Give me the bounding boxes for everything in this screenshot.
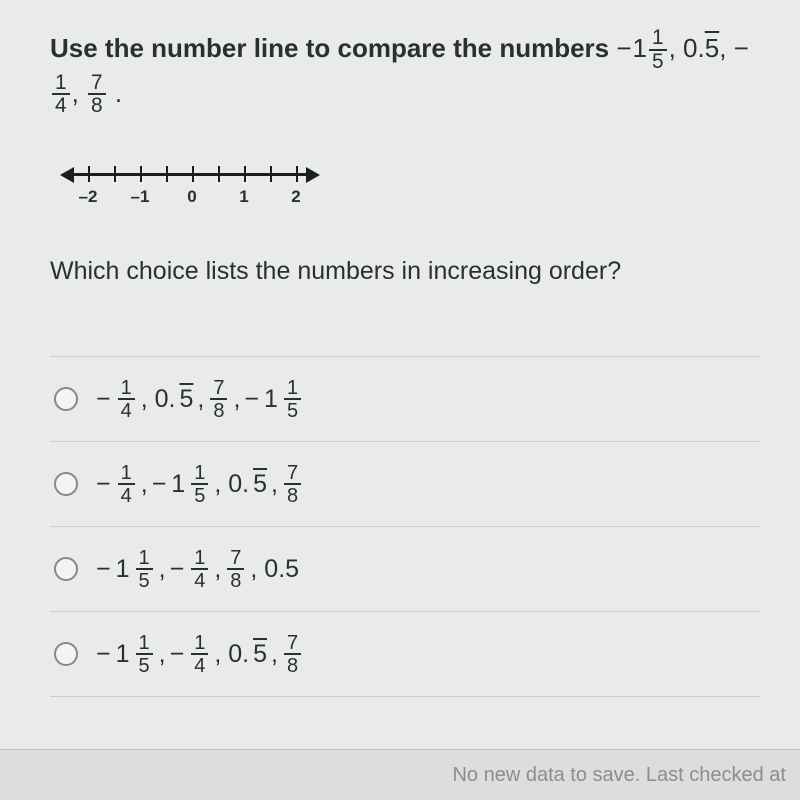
choice-a[interactable]: −14, 0.5, 78, −115 bbox=[50, 356, 760, 441]
number-line-axis bbox=[70, 173, 310, 176]
choice-c[interactable]: −115, −14, 78, 0.5 bbox=[50, 526, 760, 611]
number-line: –2 –1 0 1 2 bbox=[60, 157, 320, 217]
answer-choices: −14, 0.5, 78, −115 −14, −115, 0.5, 78 −1… bbox=[50, 356, 760, 697]
choice-d[interactable]: −115, −14, 0.5, 78 bbox=[50, 611, 760, 697]
radio-icon[interactable] bbox=[54, 557, 78, 581]
radio-icon[interactable] bbox=[54, 387, 78, 411]
tick-label-zero: 0 bbox=[187, 187, 196, 207]
question-container: Use the number line to compare the numbe… bbox=[0, 0, 800, 697]
save-status-text: No new data to save. Last checked at bbox=[452, 764, 786, 787]
tick-label-neg1: –1 bbox=[131, 187, 150, 207]
save-status-bar: No new data to save. Last checked at bbox=[0, 749, 800, 800]
question-prompt: Use the number line to compare the numbe… bbox=[50, 28, 760, 117]
sub-question: Which choice lists the numbers in increa… bbox=[50, 257, 760, 286]
radio-icon[interactable] bbox=[54, 642, 78, 666]
radio-icon[interactable] bbox=[54, 472, 78, 496]
prompt-bold: Use the number line to compare the numbe… bbox=[50, 33, 616, 63]
choice-d-content: −115, −14, 0.5, 78 bbox=[96, 633, 303, 676]
choice-a-content: −14, 0.5, 78, −115 bbox=[96, 378, 303, 421]
choice-b-content: −14, −115, 0.5, 78 bbox=[96, 463, 303, 506]
tick-label-two: 2 bbox=[291, 187, 300, 207]
tick-label-neg2: –2 bbox=[79, 187, 98, 207]
choice-b[interactable]: −14, −115, 0.5, 78 bbox=[50, 441, 760, 526]
choice-c-content: −115, −14, 78, 0.5 bbox=[96, 548, 299, 591]
tick-label-one: 1 bbox=[239, 187, 248, 207]
arrow-right-icon bbox=[306, 167, 320, 183]
